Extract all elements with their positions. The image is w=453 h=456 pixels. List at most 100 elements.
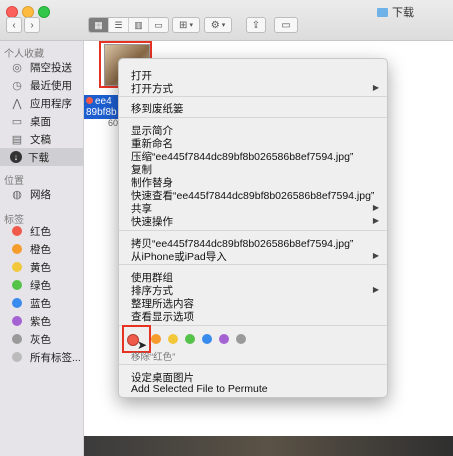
submenu-arrow-icon: ▶ (372, 203, 379, 212)
tag-label: 橙色 (30, 243, 51, 256)
sidebar-item-documents[interactable]: ▤ 文稿 (0, 130, 83, 148)
chevron-down-icon: ▾ (221, 22, 226, 29)
tag-color-green[interactable] (185, 334, 195, 344)
sidebar-item-airdrop[interactable]: ◎ 隔空投送 (0, 58, 83, 76)
forward-button[interactable]: › (24, 17, 40, 33)
action-button[interactable]: ⚙ ▾ (204, 17, 232, 33)
sidebar-item-recents[interactable]: ◷ 最近使用 (0, 76, 83, 94)
clock-icon: ◷ (12, 79, 22, 92)
red-tag-dot (86, 97, 93, 104)
tag-label: 所有标签... (30, 351, 81, 364)
file-size-label: 60 (108, 118, 119, 128)
tag-dot (12, 280, 22, 290)
menu-move-to-trash[interactable]: 移到废纸篓 (131, 101, 184, 116)
finder-window: 下载 ‹ › ▦ ☰ ▥ ▭ ⊞ ▾ ⚙ ▾ ⇪ ▭ 个人收藏 ◎ 隔空投送 ◷ 最近使… (0, 0, 453, 456)
tag-label: 黄色 (30, 261, 51, 274)
submenu-arrow-icon: ▶ (372, 251, 379, 260)
menu-separator (119, 117, 387, 118)
sidebar-item-label: 最近使用 (30, 79, 72, 92)
tag-label: 紫色 (30, 315, 51, 328)
sidebar-tag-yellow[interactable]: 黄色 (0, 258, 83, 276)
group-button[interactable]: ⊞ ▾ (172, 17, 200, 33)
sidebar-tag-purple[interactable]: 紫色 (0, 312, 83, 330)
menu-open-with[interactable]: 打开方式 (131, 81, 173, 96)
back-button[interactable]: ‹ (6, 17, 22, 33)
menu-import-from-iphone[interactable]: 从iPhone或iPad导入 (131, 249, 227, 264)
sidebar-item-network[interactable]: ◍ 网络 (0, 185, 83, 203)
list-view-button[interactable]: ☰ (109, 18, 129, 32)
gear-icon: ⚙ (210, 19, 220, 31)
tag-color-blue[interactable] (202, 334, 212, 344)
view-mode-segment: ▦ ☰ ▥ ▭ (88, 17, 169, 33)
tag-color-yellow[interactable] (168, 334, 178, 344)
desktop-icon: ▭ (11, 115, 23, 128)
tag-label: 红色 (30, 225, 51, 238)
menu-show-view-options[interactable]: 查看显示选项 (131, 309, 194, 324)
tag-dot (12, 244, 22, 254)
window-title: 下载 (377, 4, 414, 20)
tag-dot (12, 298, 22, 308)
menu-quick-actions[interactable]: 快速操作 (131, 214, 173, 229)
menu-quick-look[interactable]: 快速查看“ee445f7844dc89bf8b026586b8ef7594.jp… (131, 188, 374, 203)
tag-color-gray[interactable] (236, 334, 246, 344)
menu-separator (119, 264, 387, 265)
sidebar-item-label: 应用程序 (30, 97, 72, 110)
submenu-arrow-icon: ▶ (372, 285, 379, 294)
tags-button[interactable]: ▭ (274, 17, 298, 33)
desktop-background (84, 436, 453, 456)
download-icon: ↓ (10, 151, 22, 163)
menu-add-to-permute[interactable]: Add Selected File to Permute (131, 383, 268, 395)
share-button[interactable]: ⇪ (246, 17, 266, 33)
tag-dot (12, 316, 22, 326)
tag-dot (12, 262, 22, 272)
tag-dot (12, 226, 22, 236)
apps-icon: ⋀ (12, 97, 22, 110)
sidebar-tag-orange[interactable]: 橙色 (0, 240, 83, 258)
tag-label: 绿色 (30, 279, 51, 292)
sidebar-tag-gray[interactable]: 灰色 (0, 330, 83, 348)
submenu-arrow-icon: ▶ (372, 216, 379, 225)
sidebar-item-desktop[interactable]: ▭ 桌面 (0, 112, 83, 130)
sidebar-tag-red[interactable]: 红色 (0, 222, 83, 240)
sidebar-item-label: 隔空投送 (30, 61, 72, 74)
tag-label: 灰色 (30, 333, 51, 346)
file-name-text: ee4 (95, 96, 112, 107)
tag-dot (12, 334, 22, 344)
sidebar-tag-green[interactable]: 绿色 (0, 276, 83, 294)
tag-icon: ▭ (281, 19, 291, 31)
sidebar-item-label: 网络 (30, 188, 51, 201)
menu-remove-tag[interactable]: 移除“红色” (131, 349, 175, 363)
submenu-arrow-icon: ▶ (372, 83, 379, 92)
tag-label: 蓝色 (30, 297, 51, 310)
menu-separator (119, 364, 387, 365)
context-menu: 打开 打开方式 ▶ 移到废纸篓 显示简介 重新命名 压缩“ee445f7844d… (118, 58, 388, 398)
sidebar: 个人收藏 ◎ 隔空投送 ◷ 最近使用 ⋀ 应用程序 ▭ 桌面 ▤ 文稿 ↓ 下载 位置 ◍ 网… (0, 41, 84, 456)
tag-color-purple[interactable] (219, 334, 229, 344)
tag-color-orange[interactable] (151, 334, 161, 344)
sidebar-item-downloads[interactable]: ↓ 下载 (0, 148, 83, 166)
folder-icon (377, 7, 388, 17)
menu-separator (119, 96, 387, 97)
column-view-button[interactable]: ▥ (129, 18, 149, 32)
gallery-view-button[interactable]: ▭ (149, 18, 168, 32)
sidebar-item-label: 文稿 (30, 133, 51, 146)
window-title-text: 下载 (392, 7, 414, 19)
toolbar: 下载 ‹ › ▦ ☰ ▥ ▭ ⊞ ▾ ⚙ ▾ ⇪ ▭ (0, 0, 453, 41)
airdrop-icon: ◎ (12, 61, 22, 74)
chevron-down-icon: ▾ (189, 22, 193, 29)
sidebar-item-label: 桌面 (30, 115, 51, 128)
zoom-window-button[interactable] (38, 6, 50, 18)
globe-icon: ◍ (12, 188, 22, 201)
grid-icon: ⊞ (179, 19, 188, 31)
menu-compress[interactable]: 压缩“ee445f7844dc89bf8b026586b8ef7594.jpg” (131, 149, 353, 164)
sidebar-item-applications[interactable]: ⋀ 应用程序 (0, 94, 83, 112)
share-icon: ⇪ (251, 19, 261, 31)
sidebar-tag-blue[interactable]: 蓝色 (0, 294, 83, 312)
doc-icon: ▤ (11, 133, 23, 146)
icon-view-button[interactable]: ▦ (89, 18, 109, 32)
chevron-right-icon: › (30, 19, 34, 31)
sidebar-all-tags[interactable]: 所有标签... (0, 348, 83, 366)
tag-dot (12, 352, 22, 362)
menu-separator (119, 230, 387, 231)
menu-separator (119, 325, 387, 326)
